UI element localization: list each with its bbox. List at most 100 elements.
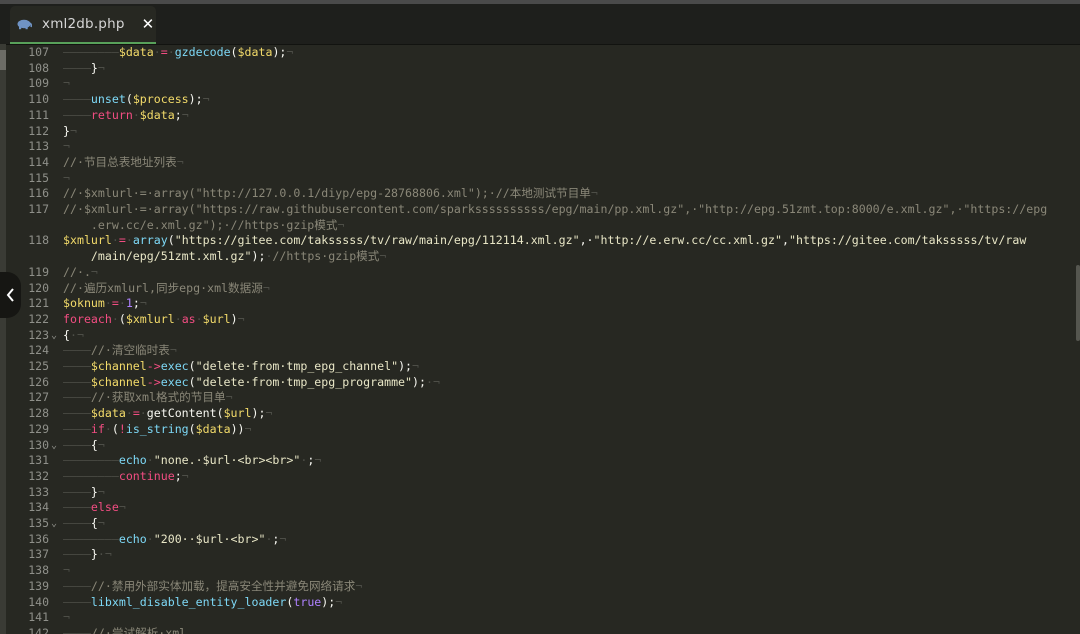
code-text: ¬ (63, 76, 70, 92)
code-token: ( (188, 374, 196, 389)
code-line[interactable]: 140 ————libxml_disable_entity_loader(true… (6, 595, 1076, 611)
code-token: ·¬ (97, 547, 112, 562)
code-line[interactable]: 132 ————————continue;¬ (6, 469, 1076, 485)
code-line[interactable]: 113 ¬ (6, 139, 1076, 155)
code-token: //·$xmlurl·=·array("https://raw.githubus… (63, 202, 1048, 216)
line-number: 138 (28, 563, 49, 578)
code-token: · (111, 233, 119, 248)
code-line[interactable]: 119//·.¬ (6, 265, 1076, 281)
code-line[interactable]: 127 ————//·获取xml格式的节目单¬ (6, 390, 1076, 406)
code-token: $oknum (63, 296, 105, 311)
code-line[interactable]: 138 ¬ (6, 563, 1076, 579)
code-line[interactable]: 108 ————}¬ (6, 61, 1076, 77)
code-token: ———————— (63, 453, 119, 468)
code-line[interactable]: 142 ————//·尝试解析·xml (6, 626, 1076, 634)
code-text: ¬ (63, 563, 70, 579)
code-token: //·尝试解析·xml (90, 625, 187, 634)
close-icon[interactable]: ✕ (142, 15, 155, 33)
code-line[interactable]: .erw.cc/e.xml.gz");·//https·gzip模式¬ (6, 218, 1076, 234)
code-line[interactable]: 109 ¬ (6, 76, 1076, 92)
code-token: · (174, 311, 182, 326)
code-text: foreach·($xmlurl·as·$url)¬ (63, 312, 245, 328)
code-line[interactable]: 111 ————return·$data;¬ (6, 108, 1076, 124)
code-token: exec (160, 359, 189, 373)
line-number: 139 (28, 578, 49, 593)
code-line[interactable]: 125 ————$channel->exec("delete·from·tmp_e… (6, 359, 1076, 375)
php-elephant-icon (16, 18, 32, 30)
code-token: ¬ (379, 249, 387, 264)
code-token: $data (139, 107, 175, 122)
code-line[interactable]: 122 foreach·($xmlurl·as·$url)¬ (6, 312, 1076, 328)
code-line[interactable]: 134 ————else¬ (6, 500, 1076, 516)
code-line[interactable]: 114 //·节目总表地址列表¬ (6, 155, 1076, 171)
fold-toggle-icon[interactable]: ⌄ (51, 516, 61, 532)
code-text: $xmlurl·=·array("https://gitee.com/takss… (63, 233, 1026, 249)
code-text: ————//·禁用外部实体加载，提高安全性并避免网络请求¬ (63, 579, 362, 595)
code-token: , (782, 233, 789, 248)
code-line[interactable]: 123 ⌄ {·¬ (6, 328, 1076, 344)
sidebar-toggle-button[interactable] (0, 272, 21, 318)
code-line[interactable]: 124 ————//·清空临时表¬ (6, 343, 1076, 359)
fold-toggle-icon[interactable]: ⌄ (51, 328, 61, 344)
code-token: ¬ (97, 484, 105, 499)
line-number: 126 (28, 374, 49, 389)
line-number: 132 (28, 468, 49, 483)
code-token: unset (90, 92, 126, 107)
code-text: {·¬ (63, 328, 84, 344)
code-line[interactable]: 112}¬ (6, 124, 1076, 140)
code-token: ———— (63, 437, 91, 452)
code-token: ¬ (262, 280, 270, 295)
code-line[interactable]: 117 //·$xmlurl·=·array("https://raw.githu… (6, 202, 1076, 218)
code-token: ———— (63, 406, 91, 421)
code-token: } (90, 484, 98, 499)
code-line[interactable]: 139 ————//·禁用外部实体加载，提高安全性并避免网络请求¬ (6, 579, 1076, 595)
code-text: ————if·(!is_string($data))¬ (63, 422, 252, 438)
code-line[interactable]: 115 ¬ (6, 171, 1076, 187)
code-line[interactable]: 137 ————}·¬ (6, 547, 1076, 563)
code-token: $data (118, 45, 154, 59)
code-line[interactable]: 128 ————$data·=·getContent($url);¬ (6, 406, 1076, 422)
code-token: ———— (63, 594, 91, 609)
code-line[interactable]: 136 ————————echo·"200··$url·<br>"·;¬ (6, 532, 1076, 548)
code-token: ¬ (590, 186, 598, 201)
code-token: foreach (63, 311, 112, 326)
code-text: ————————$data·=·gzdecode($data);¬ (63, 45, 293, 61)
code-line[interactable]: 110 ————unset($process);¬ (6, 92, 1076, 108)
code-line[interactable]: 131 ————————echo·"none.·$url·<br><br>"·;¬ (6, 453, 1076, 469)
code-token: getContent( (146, 406, 224, 421)
code-token: · (118, 296, 126, 311)
code-text: ————$channel->exec("delete·from·tmp_epg_… (63, 359, 419, 375)
code-token: ———————— (63, 45, 119, 59)
line-number: 114 (28, 154, 49, 169)
code-line[interactable]: 107 ————————$data·=·gzdecode($data);¬ (6, 45, 1076, 61)
code-line[interactable]: 120//·遍历xmlurl,同步epg·xml数据源¬ (6, 281, 1076, 297)
code-line[interactable]: 130 ⌄ ————{¬ (6, 438, 1076, 454)
code-line[interactable]: /main/epg/51zmt.xml.gz");·//https·gzip模式… (6, 249, 1076, 265)
code-token: ¬ (181, 468, 189, 483)
line-number: 124 (28, 343, 49, 358)
code-text: ————}¬ (63, 61, 105, 77)
line-number: 127 (28, 390, 49, 405)
line-number: 141 (28, 610, 49, 625)
code-token: echo (118, 531, 147, 546)
code-editor[interactable]: 107 ————————$data·=·gzdecode($data);¬ 108—… (6, 44, 1076, 634)
code-token: · (125, 406, 133, 421)
code-line[interactable]: 133 ————}¬ (6, 485, 1076, 501)
code-line[interactable]: 116 //·$xmlurl·=·array("http://127.0.0.1/… (6, 186, 1076, 202)
code-line[interactable]: 121 $oknum·=·1;¬ (6, 296, 1076, 312)
code-line[interactable]: 118 $xmlurl·=·array("https://gitee.com/ta… (6, 233, 1076, 249)
code-line[interactable]: 135 ⌄ ————{¬ (6, 516, 1076, 532)
code-token: $url (223, 406, 252, 421)
code-text: //·.¬ (63, 265, 98, 281)
line-number: 129 (28, 421, 49, 436)
code-token: ¬ (355, 578, 363, 593)
code-line[interactable]: 126 ————$channel->exec("delete·from·tmp_e… (6, 375, 1076, 391)
code-text: /main/epg/51zmt.xml.gz");·//https·gzip模式… (63, 249, 386, 265)
code-text: ¬ (63, 139, 70, 155)
code-line[interactable]: 141 ¬ (6, 610, 1076, 626)
vertical-scrollbar-thumb[interactable] (1076, 265, 1080, 341)
tab-xml2db-php[interactable]: xml2db.php ✕ (10, 6, 156, 44)
fold-toggle-icon[interactable]: ⌄ (51, 438, 61, 454)
code-line[interactable]: 129 ————if·(!is_string($data))¬ (6, 422, 1076, 438)
code-token: ¬ (118, 500, 126, 515)
